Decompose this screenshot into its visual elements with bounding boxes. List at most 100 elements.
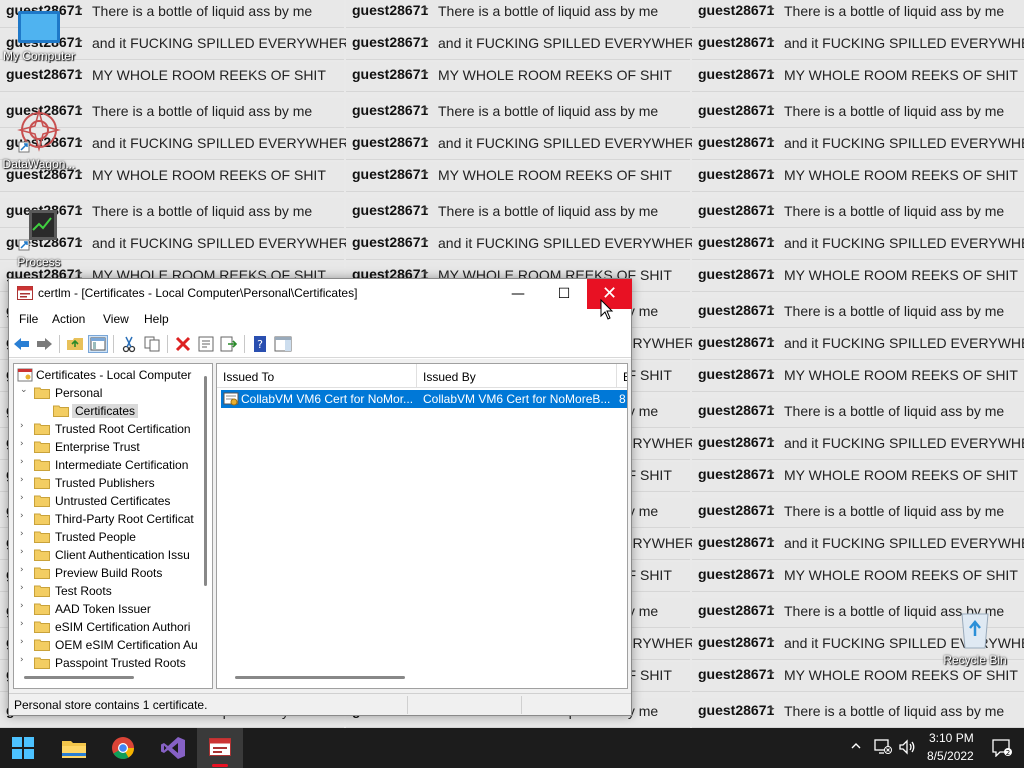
menu-action[interactable]: Action [52,312,85,326]
scissors-icon [119,335,139,353]
network-icon[interactable] [874,739,892,768]
list-horizontal-scrollbar[interactable] [235,676,405,679]
chat-message: and it FUCKING SPILLED EVERYWHERE [92,35,358,51]
tree-node-store[interactable]: › Client Authentication Issu [14,546,212,564]
cut-button[interactable] [119,335,139,353]
desktop-icon-recycle-bin[interactable]: Recycle Bin [936,606,1014,667]
notification-icon: 2 [992,739,1012,760]
scrollbar-thumb[interactable] [204,376,207,586]
expand-chevron-icon[interactable]: › [20,619,30,629]
maximize-button[interactable]: ☐ [541,279,587,309]
expand-chevron-icon[interactable]: › [20,637,30,647]
chat-message: There is a bottle of liquid ass by me [784,303,1005,319]
expand-chevron-icon[interactable]: › [20,601,30,611]
folder-icon [34,620,50,633]
recycle-bin-icon [936,606,1014,653]
expand-chevron-icon[interactable]: › [20,493,30,503]
list-header: Issued To ⌃ Issued By E [217,364,627,388]
expand-chevron-icon[interactable]: › [20,547,30,557]
expand-chevron-icon[interactable]: › [20,457,30,467]
taskbar-file-explorer[interactable] [51,728,97,768]
export-list-icon [219,335,239,353]
chat-arrow-icon: ▸ [424,136,429,146]
clock-time[interactable]: 3:10 PM [929,731,974,745]
minimize-button[interactable]: — [495,279,541,309]
desktop-icon-my-computer[interactable]: My Computer [0,10,78,63]
certificate-manager-icon [209,738,231,759]
taskbar-chrome[interactable] [100,728,146,768]
tree-node-store[interactable]: › AAD Token Issuer [14,600,212,618]
tree-node-store[interactable]: › eSIM Certification Authori [14,618,212,636]
start-button[interactable] [0,728,46,768]
collapse-chevron-icon[interactable]: ⌄ [20,385,30,395]
status-divider [407,696,408,714]
table-row[interactable]: CollabVM VM6 Cert for NoMor... CollabVM … [221,390,627,408]
back-button[interactable] [12,335,32,353]
tree-node-store[interactable]: › Preview Build Roots [14,564,212,582]
title-bar[interactable]: certlm - [Certificates - Local Computer\… [9,279,632,309]
toolbar: ? [9,331,631,358]
tree-horizontal-scrollbar[interactable] [24,676,134,679]
tree-node-label: Trusted Publishers [55,476,155,490]
chat-row: guest28671▸ and it FUCKING SPILLED EVERYW… [692,530,1024,560]
expand-chevron-icon[interactable]: › [20,511,30,521]
tree-node-certificates[interactable]: Certificates [14,402,212,420]
show-hidden-icons-chevron-icon[interactable] [850,740,862,768]
export-list-button[interactable] [219,335,239,353]
tree-node-store[interactable]: › Trusted People [14,528,212,546]
volume-icon[interactable] [898,739,916,768]
chat-username: guest28671 [698,402,775,418]
tree-node-store[interactable]: › Intermediate Certification [14,456,212,474]
chat-message: MY WHOLE ROOM REEKS OF SHIT [438,167,672,183]
tree-node-store[interactable]: › Trusted Publishers [14,474,212,492]
chat-username: guest28671 [698,102,775,118]
tree-node-store[interactable]: › OEM eSIM Certification Au [14,636,212,654]
properties-icon [196,335,216,353]
cell-issued-to: CollabVM VM6 Cert for NoMor... [241,392,414,406]
tree-node-personal[interactable]: ⌄ Personal [14,384,212,402]
show-hide-action-pane-button[interactable] [273,335,293,353]
expand-chevron-icon[interactable]: › [20,583,30,593]
tree-node-store[interactable]: › Enterprise Trust [14,438,212,456]
menu-file[interactable]: File [19,312,38,326]
expand-chevron-icon[interactable]: › [20,655,30,665]
up-one-level-button[interactable] [65,335,85,353]
tree-node-store[interactable]: › Test Roots [14,582,212,600]
expand-chevron-icon[interactable]: › [20,439,30,449]
forward-button[interactable] [34,335,54,353]
chat-username: guest28671 [698,702,775,718]
help-button[interactable]: ? [250,335,270,353]
expand-chevron-icon[interactable]: › [20,475,30,485]
chat-username: guest28671 [698,466,775,482]
notification-center-button[interactable]: 2 [992,739,1012,768]
delete-button[interactable] [173,335,193,353]
properties-button[interactable] [196,335,216,353]
copy-button[interactable] [142,335,162,353]
tree-node-store[interactable]: › Untrusted Certificates [14,492,212,510]
chat-message: and it FUCKING SPILLED EVERYWHERE [438,235,704,251]
maximize-icon: ☐ [557,286,571,302]
taskbar-visual-studio[interactable] [150,728,196,768]
tree-node-root[interactable]: Certificates - Local Computer [14,366,212,384]
column-header-expiration[interactable]: E [617,364,627,388]
column-header-issued-to[interactable]: Issued To ⌃ [217,364,417,388]
expand-chevron-icon[interactable]: › [20,565,30,575]
tree-node-store[interactable]: › Third-Party Root Certificat [14,510,212,528]
expand-chevron-icon[interactable]: › [20,529,30,539]
chat-username: guest28671 [698,666,775,682]
chat-arrow-icon: ▸ [770,536,775,546]
chat-message: and it FUCKING SPILLED EVERYWHERE [438,35,704,51]
show-hide-console-tree-button[interactable] [88,335,108,353]
desktop-icon-process[interactable]: Process [0,206,78,269]
tree-vertical-scrollbar[interactable] [200,366,210,586]
column-header-issued-by[interactable]: Issued By [417,364,617,388]
desktop-icon-datawagon[interactable]: DataWagon... [0,108,78,171]
chat-arrow-icon: ▸ [770,36,775,46]
menu-view[interactable]: View [103,312,129,326]
clock-date[interactable]: 8/5/2022 [927,749,974,763]
tree-node-store[interactable]: › Trusted Root Certification [14,420,212,438]
menu-help[interactable]: Help [144,312,169,326]
expand-chevron-icon[interactable]: › [20,421,30,431]
tree-node-store[interactable]: › Passpoint Trusted Roots [14,654,212,672]
taskbar-certlm[interactable] [197,728,243,768]
